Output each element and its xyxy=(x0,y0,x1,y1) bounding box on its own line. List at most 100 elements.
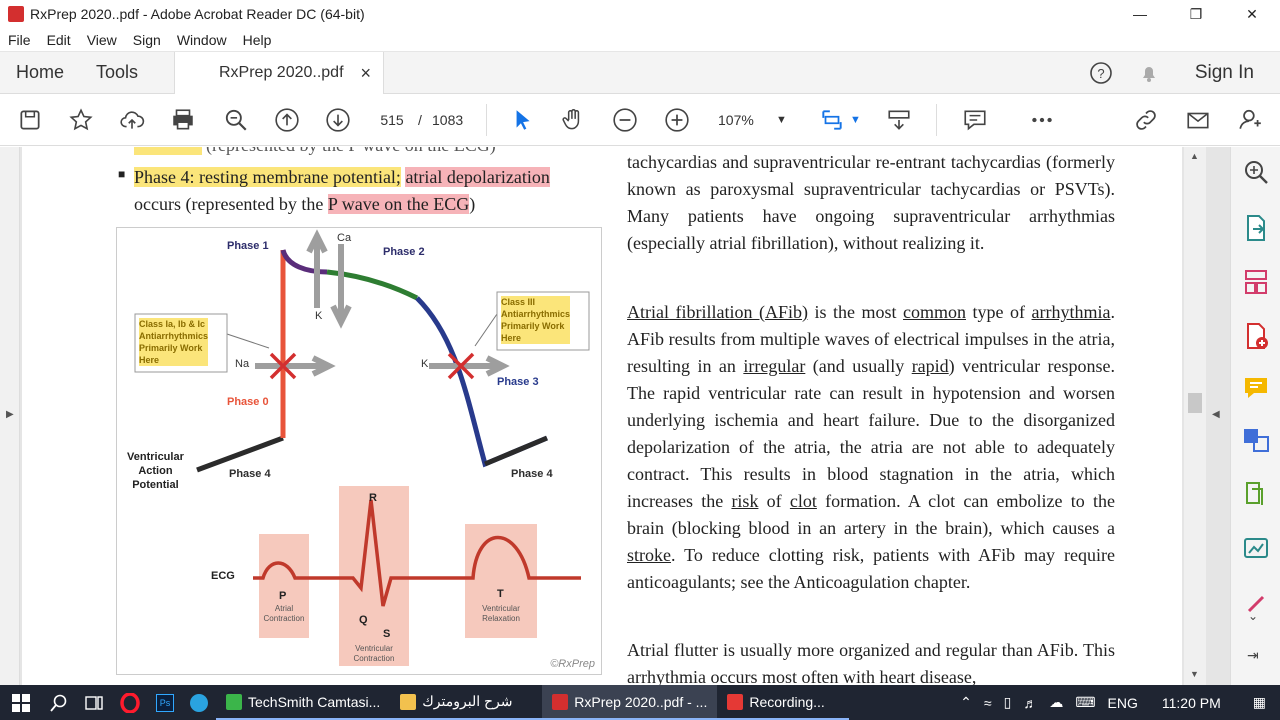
ecg-label: ECG xyxy=(211,570,235,582)
menu-file[interactable]: File xyxy=(0,32,39,48)
page-down-icon[interactable] xyxy=(324,106,352,134)
taskbar-app-camtasia[interactable]: TechSmith Camtasi... xyxy=(216,685,391,720)
page-up-icon[interactable] xyxy=(273,106,301,134)
collapse-panel-icon[interactable]: ⇥ xyxy=(1247,647,1259,664)
taskbar-app-folder[interactable]: شرح البرومترك xyxy=(390,685,543,720)
notifications-icon[interactable]: ▦ xyxy=(1239,694,1280,711)
title-bar: RxPrep 2020..pdf - Adobe Acrobat Reader … xyxy=(0,0,1280,28)
menu-help[interactable]: Help xyxy=(235,32,280,48)
tab-tools[interactable]: Tools xyxy=(80,62,154,83)
photoshop-icon[interactable]: Ps xyxy=(148,685,182,720)
clock[interactable]: 11:20 PM xyxy=(1144,695,1239,711)
tab-document[interactable]: RxPrep 2020..pdf × xyxy=(174,52,384,94)
label-phase4-right: Phase 4 xyxy=(511,468,553,480)
hand-tool-icon[interactable] xyxy=(559,106,587,134)
bullet-marker: ■ xyxy=(118,167,126,181)
upload-cloud-icon[interactable] xyxy=(118,106,146,134)
menu-view[interactable]: View xyxy=(79,32,125,48)
zoom-dropdown-icon[interactable]: ▼ xyxy=(776,108,787,132)
bell-icon[interactable] xyxy=(1137,61,1161,85)
scroll-up-icon[interactable]: ▲ xyxy=(1190,151,1199,161)
taskbar-app-acrobat[interactable]: RxPrep 2020..pdf - ... xyxy=(542,685,718,720)
tray-chevron-icon[interactable]: ⌃ xyxy=(954,694,978,711)
fit-dropdown-icon[interactable]: ▼ xyxy=(850,108,861,132)
zoom-tool-icon[interactable] xyxy=(1241,157,1271,187)
email-icon[interactable] xyxy=(1184,106,1212,134)
translate-tool-icon[interactable] xyxy=(1241,425,1271,455)
system-tray: ⌃ ≈ ▯ ♬ ☁ ⌨ ENG 11:20 PM ▦ xyxy=(954,685,1280,720)
bullet-phase4-cont: occurs (represented by the P wave on the… xyxy=(134,194,476,214)
window-title: RxPrep 2020..pdf - Adobe Acrobat Reader … xyxy=(30,6,365,22)
help-icon[interactable]: ? xyxy=(1089,61,1113,85)
print-icon[interactable] xyxy=(169,106,197,134)
comment-tool-icon[interactable] xyxy=(1241,373,1271,403)
comment-icon[interactable] xyxy=(961,106,989,134)
opera-icon[interactable] xyxy=(112,685,148,720)
search-zoom-icon[interactable] xyxy=(222,106,250,134)
zoom-in-icon[interactable] xyxy=(663,106,691,134)
battery-icon[interactable]: ▯ xyxy=(998,694,1018,711)
label-na: Na xyxy=(235,358,250,370)
onedrive-cloud-icon[interactable]: ☁ xyxy=(1043,694,1069,711)
ventricular-relaxation-label: Ventricular Relaxation xyxy=(482,604,520,623)
search-icon[interactable] xyxy=(42,685,76,720)
close-window-button[interactable]: ✕ xyxy=(1224,6,1280,23)
zoom-level[interactable]: 107% xyxy=(718,108,754,132)
expand-left-icon[interactable]: ▶ xyxy=(6,409,14,420)
pdf-page: xxxxx xx (represented by the P wave on t… xyxy=(22,147,1182,685)
zoom-out-icon[interactable] xyxy=(611,106,639,134)
minimize-button[interactable]: — xyxy=(1112,6,1168,22)
windows-start-icon[interactable] xyxy=(0,685,42,720)
recording-icon xyxy=(727,693,744,710)
maximize-button[interactable]: ❐ xyxy=(1168,6,1224,23)
menu-edit[interactable]: Edit xyxy=(39,32,79,48)
scroll-down-icon[interactable]: ▼ xyxy=(1190,669,1199,679)
select-cursor-icon[interactable] xyxy=(508,106,536,134)
right-tools-panel: ⌄ ⇥ xyxy=(1230,147,1280,685)
label-phase1: Phase 1 xyxy=(227,240,269,252)
taskbar-app-recording[interactable]: Recording... xyxy=(717,685,850,720)
scroll-thumb[interactable] xyxy=(1188,393,1202,413)
svg-text:?: ? xyxy=(1097,66,1104,81)
share-link-icon[interactable] xyxy=(1132,106,1160,134)
star-icon[interactable] xyxy=(67,106,95,134)
menu-window[interactable]: Window xyxy=(169,32,235,48)
keyboard-icon[interactable]: ⌨ xyxy=(1069,694,1101,711)
highlight-p-wave: P wave on the ECG xyxy=(327,194,470,214)
class1-label: Class Ia, Ib & Ic Antiarrhythmics Primaril… xyxy=(139,318,209,366)
atrial-contraction-label: Atrial Contraction xyxy=(263,604,305,623)
sign-in-link[interactable]: Sign In xyxy=(1173,62,1280,84)
organize-pages-icon[interactable] xyxy=(1241,267,1271,297)
create-pdf-icon[interactable] xyxy=(1241,321,1271,351)
collapse-right-icon[interactable]: ◀ xyxy=(1212,409,1220,420)
telegram-icon[interactable] xyxy=(182,685,216,720)
send-track-icon[interactable] xyxy=(1241,533,1271,563)
vertical-scrollbar[interactable]: ▲ ▼ xyxy=(1184,147,1206,685)
tab-close-icon[interactable]: × xyxy=(360,63,371,84)
tab-document-label: RxPrep 2020..pdf xyxy=(219,64,344,81)
save-icon[interactable] xyxy=(16,106,44,134)
tab-home[interactable]: Home xyxy=(0,62,80,83)
add-user-icon[interactable] xyxy=(1236,106,1264,134)
label-phase3: Phase 3 xyxy=(497,376,539,388)
label-phase0: Phase 0 xyxy=(227,396,269,408)
more-tools-chevron-icon[interactable]: ⌄ xyxy=(1248,609,1258,623)
left-panel-toggle[interactable]: ▶ xyxy=(0,147,20,685)
fit-page-icon[interactable] xyxy=(818,106,846,134)
page-number-input[interactable]: 515 xyxy=(370,108,414,132)
na-arrow xyxy=(255,355,336,377)
wifi-icon[interactable]: ≈ xyxy=(978,695,998,711)
compare-tool-icon[interactable] xyxy=(1241,479,1271,509)
language-indicator[interactable]: ENG xyxy=(1102,695,1144,711)
scroll-mode-icon[interactable] xyxy=(885,106,913,134)
export-pdf-icon[interactable] xyxy=(1241,213,1271,243)
label-k-right: K xyxy=(421,358,429,370)
phase4-right-line xyxy=(484,435,548,467)
more-tools-icon[interactable] xyxy=(1028,106,1056,134)
copyright-label: ©RxPrep xyxy=(550,658,595,670)
document-area[interactable]: ▶ xxxxx xx (represented by the P wave on… xyxy=(0,147,1230,685)
menu-sign[interactable]: Sign xyxy=(125,32,169,48)
page-separator: / xyxy=(418,112,422,128)
task-view-icon[interactable] xyxy=(76,685,112,720)
volume-icon[interactable]: ♬ xyxy=(1017,695,1043,711)
